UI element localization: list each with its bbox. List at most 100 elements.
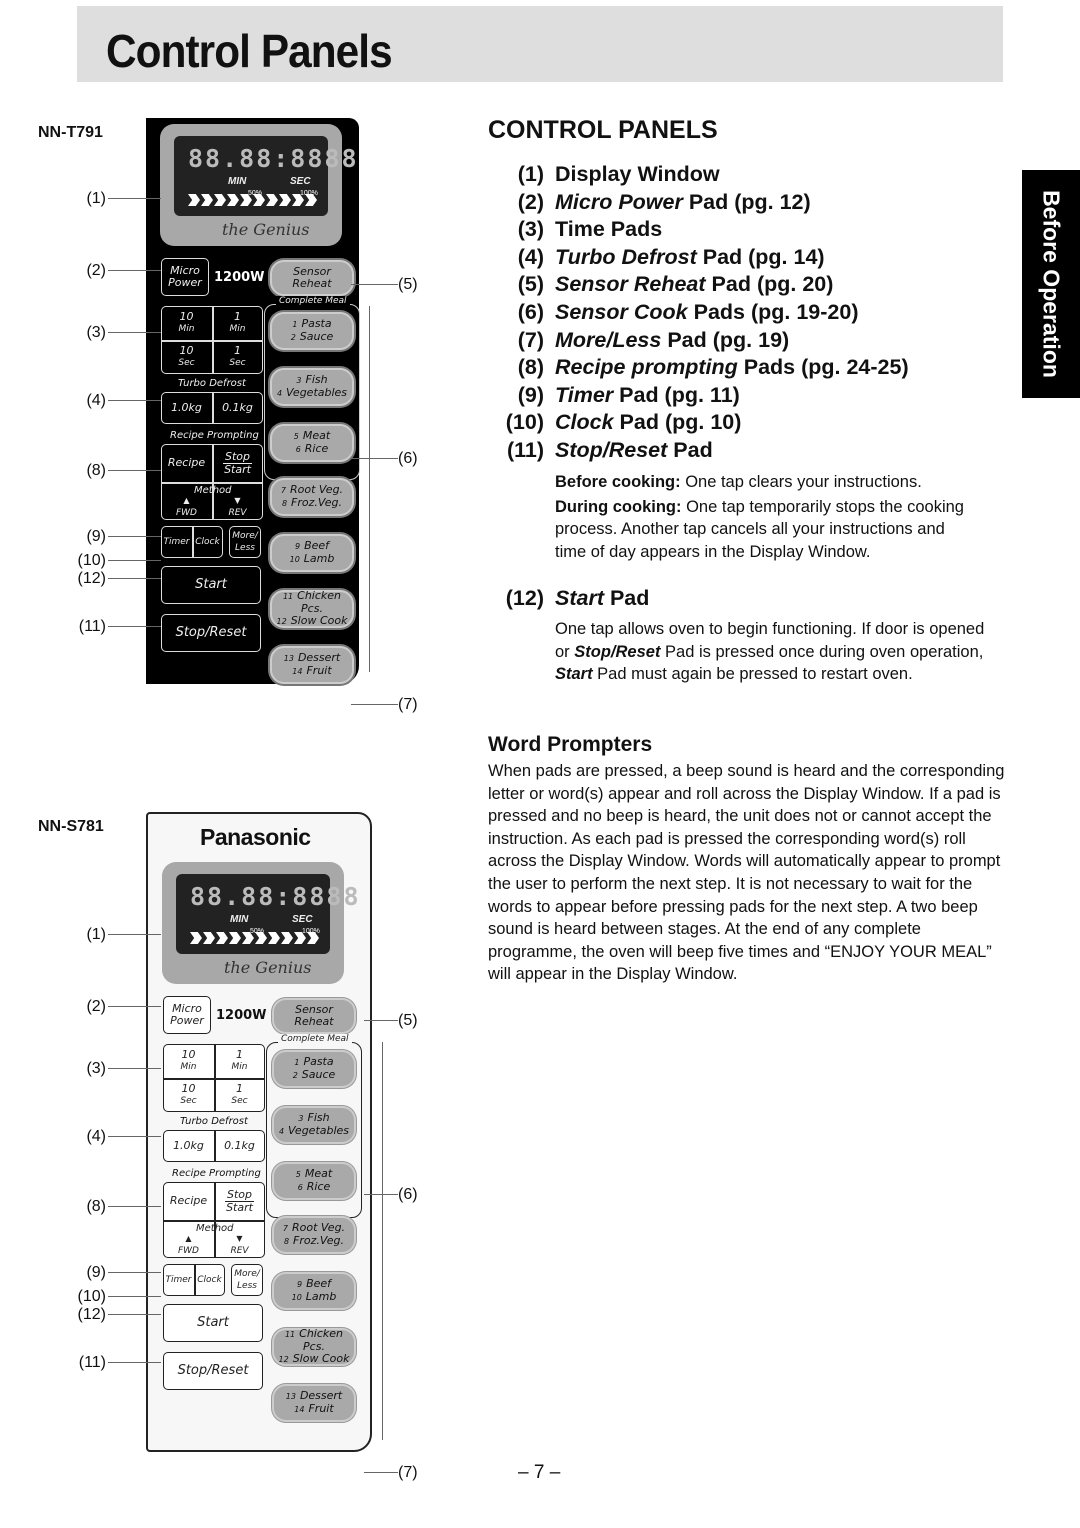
sensor-cook-pad-root-veg[interactable]: 7 Root Veg. 8 Froz.Veg. — [272, 1216, 356, 1254]
micro-power-pad[interactable]: Micro Power — [163, 996, 211, 1034]
time-pad-value: 1 — [234, 344, 241, 357]
clock-pad[interactable]: Clock — [194, 1264, 225, 1296]
pad-food-label: Dessert — [297, 651, 341, 664]
stop-reset-pad[interactable]: Stop/Reset — [161, 614, 261, 652]
section-tab: Before Operation — [1022, 170, 1080, 398]
wattage-label: 1200W — [216, 1008, 267, 1023]
sensor-cook-pad-chicken-pcs[interactable]: 11 Chicken Pcs. 12 Slow Cook — [272, 1328, 356, 1366]
callout-line — [364, 1472, 398, 1473]
pad-number: 5 — [295, 1170, 301, 1179]
time-pad-1-sec[interactable]: 1 Sec — [212, 340, 263, 374]
stop-reset-pad[interactable]: Stop/Reset — [163, 1352, 263, 1390]
sensor-cook-row: 6 Rice — [296, 443, 329, 456]
sensor-cook-pad-beef[interactable]: 9 Beef 10 Lamb — [270, 534, 354, 572]
display-window: 88.88:8888 MIN SEC 50% 100% the Genius — [160, 124, 357, 246]
pad-food-label: Froz.Veg. — [293, 1234, 345, 1247]
callout-line — [108, 1068, 161, 1069]
method-rev-pad[interactable]: ▼ REV — [212, 494, 263, 520]
sensor-cook-pad-chicken-pcs[interactable]: 11 Chicken Pcs. 12 Slow Cook — [270, 590, 354, 628]
stop-start-pad[interactable]: Stop Start — [214, 1182, 265, 1220]
more-less-pad-label: Less — [235, 543, 255, 553]
callout-line — [351, 704, 398, 705]
sensor-cook-row: 12 Slow Cook — [279, 1353, 350, 1366]
sensor-cook-pad-dessert[interactable]: 13 Dessert 14 Fruit — [270, 646, 354, 684]
time-pad-1-sec[interactable]: 1 Sec — [214, 1078, 265, 1112]
word-prompters-body: When pads are pressed, a beep sound is h… — [488, 762, 1005, 984]
timer-pad[interactable]: Timer — [161, 526, 192, 558]
pad-number: 14 — [292, 667, 303, 676]
sensor-reheat-pad[interactable]: Sensor Reheat — [272, 998, 356, 1034]
sensor-cook-pad-meat[interactable]: 5 Meat 6 Rice — [270, 424, 354, 462]
callout-label: (2) — [86, 998, 106, 1015]
time-pad-10-sec[interactable]: 10 Sec — [163, 1078, 214, 1112]
time-pad-unit: Sec — [178, 358, 195, 368]
callout-line — [108, 1362, 161, 1363]
time-pad-1-min[interactable]: 1 Min — [212, 306, 263, 340]
sensor-cook-pad-meat[interactable]: 5 Meat 6 Rice — [272, 1162, 356, 1200]
callout-label: (3) — [86, 1060, 106, 1077]
sensor-reheat-pad[interactable]: Sensor Reheat — [270, 260, 354, 296]
sensor-cook-pad-pasta[interactable]: 1 Pasta 2 Sauce — [272, 1050, 356, 1088]
defrost-pad-label: 0.1kg — [222, 401, 253, 414]
callout-label: (6) — [398, 450, 418, 467]
start-pad[interactable]: Start — [161, 566, 261, 604]
callout-line — [364, 1194, 398, 1195]
callout-line — [108, 332, 161, 333]
method-fwd-pad[interactable]: ▲ FWD — [161, 494, 212, 520]
item-text: Pad — [667, 437, 713, 462]
pad-number: 1 — [294, 1058, 300, 1067]
pad-number: 11 — [282, 592, 294, 601]
sensor-cook-pad-beef[interactable]: 9 Beef 10 Lamb — [272, 1272, 356, 1310]
divider — [161, 482, 263, 484]
time-pad-value: 10 — [181, 1048, 196, 1061]
start-small-label: Start — [226, 1200, 253, 1214]
sensor-cook-pad-root-veg[interactable]: 7 Root Veg. 8 Froz.Veg. — [270, 478, 354, 516]
item-number: (6) — [517, 299, 544, 324]
time-pad-10-min[interactable]: 10 Min — [163, 1044, 214, 1078]
pad-food-label: Fish — [305, 373, 328, 386]
defrost-pad-1.0kg[interactable]: 1.0kg — [163, 1130, 214, 1162]
down-arrow-icon: ▼ — [234, 496, 241, 505]
defrost-pad-0.1kg[interactable]: 0.1kg — [212, 392, 263, 424]
defrost-pad-0.1kg[interactable]: 0.1kg — [214, 1130, 265, 1162]
callout-label: (10) — [77, 1288, 106, 1305]
micro-power-pad[interactable]: Micro Power — [161, 258, 209, 296]
time-pad-10-min[interactable]: 10 Min — [161, 306, 212, 340]
start-pad[interactable]: Start — [163, 1304, 263, 1342]
more-less-pad[interactable]: More/Less — [229, 526, 261, 558]
sensor-reheat-pad-label: Reheat — [292, 277, 332, 290]
stop-reset-description: Before cooking: One tap clears your inst… — [555, 471, 995, 563]
callout-label: (1) — [86, 190, 106, 207]
item-number: (1) — [517, 162, 544, 186]
method-rev-pad[interactable]: ▼ REV — [214, 1232, 265, 1258]
stop-start-pad[interactable]: Stop Start — [212, 444, 263, 482]
time-pad-value: 1 — [236, 1048, 243, 1061]
timer-pad[interactable]: Timer — [163, 1264, 194, 1296]
recipe-pad[interactable]: Recipe — [163, 1182, 214, 1220]
time-pad-value: 10 — [179, 310, 194, 323]
clock-pad[interactable]: Clock — [192, 526, 223, 558]
sensor-cook-pad-fish[interactable]: 3 Fish 4 Vegetables — [270, 368, 354, 406]
sensor-cook-pad-dessert[interactable]: 13 Dessert 14 Fruit — [272, 1384, 356, 1422]
before-cooking-label: Before cooking: — [555, 473, 681, 491]
time-pad-10-sec[interactable]: 10 Sec — [161, 340, 212, 374]
defrost-pad-1.0kg[interactable]: 1.0kg — [161, 392, 212, 424]
time-pad-value: 10 — [179, 344, 194, 357]
method-fwd-pad[interactable]: ▲ FWD — [163, 1232, 214, 1258]
pad-food-label: Root Veg. — [290, 483, 344, 496]
stop-label: Stop — [224, 1187, 254, 1202]
sensor-cook-pad-fish[interactable]: 3 Fish 4 Vegetables — [272, 1106, 356, 1144]
time-pad-1-min[interactable]: 1 Min — [214, 1044, 265, 1078]
time-pad-unit: Sec — [231, 1096, 248, 1106]
pad-number: 12 — [276, 617, 287, 626]
more-less-pad[interactable]: More/Less — [231, 1264, 263, 1296]
control-panels-heading: CONTROL PANELS — [488, 116, 718, 144]
recipe-pad-label: Recipe — [167, 456, 206, 469]
pad-number: 12 — [278, 1355, 289, 1364]
recipe-pad[interactable]: Recipe — [161, 444, 212, 482]
more-less-pad-label: More/ — [234, 1269, 260, 1279]
sensor-cook-pad-pasta[interactable]: 1 Pasta 2 Sauce — [270, 312, 354, 350]
callout-line — [364, 1020, 398, 1021]
time-pad-value: 1 — [234, 310, 241, 323]
item-number: (4) — [517, 244, 544, 269]
